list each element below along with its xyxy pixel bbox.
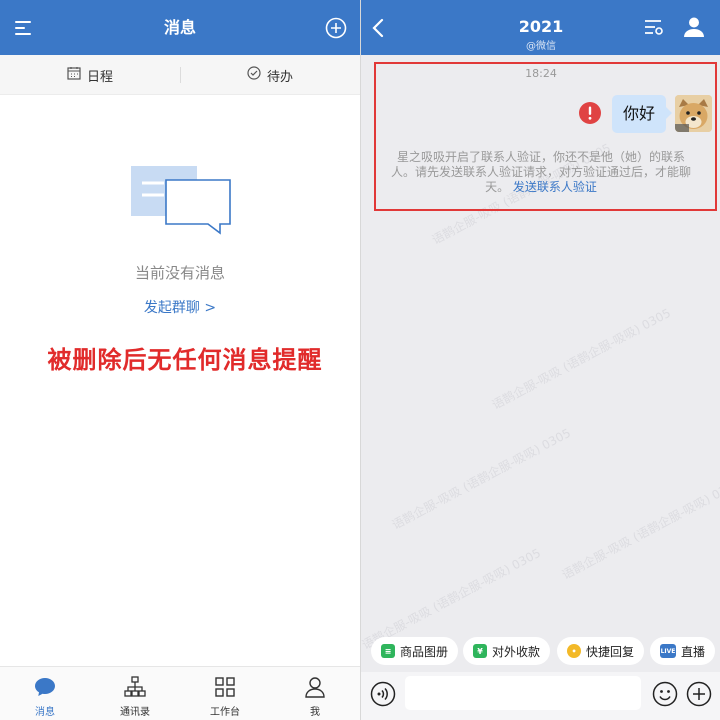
quick-action-quick-reply[interactable]: • 快捷回复 — [557, 637, 645, 665]
quick-action-label: 商品图册 — [400, 644, 449, 659]
empty-state-text: 当前没有消息 — [134, 264, 225, 282]
yen-icon: ¥ — [473, 644, 487, 658]
error-exclamation-icon[interactable] — [579, 102, 601, 124]
watermark: 语鹊企服-吸吸 (语鹊企服-吸吸) 0305 — [389, 425, 574, 533]
quick-action-bar: ≡ 商品图册 ¥ 对外收款 • 快捷回复 LIVE 直播 — [361, 637, 720, 667]
person-icon — [303, 675, 327, 699]
emoji-icon[interactable] — [651, 680, 679, 708]
tab-messages-label: 消息 — [35, 707, 55, 718]
tab-schedule-label: 日程 — [86, 69, 113, 85]
org-chart-icon — [123, 675, 147, 699]
chat-settings-icon[interactable] — [643, 16, 665, 38]
quick-action-catalog[interactable]: ≡ 商品图册 — [371, 637, 459, 665]
messages-pane: 消息 日程 待办 当前没有消息 发起群聊 > 被删除后无任何消息提醒 消息 通讯… — [0, 0, 360, 720]
tab-schedule[interactable]: 日程 — [0, 55, 180, 95]
start-group-chat-link[interactable]: 发起群聊 > — [0, 297, 360, 317]
check-circle-icon — [247, 66, 261, 84]
catalog-icon: ≡ — [381, 644, 395, 658]
live-icon: LIVE — [660, 644, 676, 658]
back-arrow-icon[interactable] — [365, 14, 391, 42]
quick-action-label: 快捷回复 — [586, 644, 635, 659]
tab-todo-label: 待办 — [266, 69, 293, 85]
chat-title: 2021 — [518, 17, 564, 36]
tab-workbench-label: 工作台 — [210, 707, 240, 718]
voice-icon[interactable] — [369, 680, 397, 708]
quick-action-payment[interactable]: ¥ 对外收款 — [463, 637, 551, 665]
send-verification-link[interactable]: 发送联系人验证 — [513, 180, 597, 194]
menu-icon[interactable] — [10, 15, 40, 41]
chat-pane: 2021 @微信 语鹊企服-吸吸 (语鹊企服-吸吸) 0305 语鹊企服-吸吸 … — [360, 0, 720, 720]
tab-me-label: 我 — [310, 707, 320, 718]
annotation-caption: 被删除后无任何消息提醒 — [47, 346, 323, 374]
empty-chat-illustration-icon — [128, 163, 232, 235]
plus-circle-icon[interactable] — [322, 14, 350, 42]
tab-me[interactable]: 我 — [270, 667, 360, 720]
messages-header: 消息 — [0, 0, 360, 55]
quick-action-live[interactable]: LIVE 直播 — [650, 637, 716, 665]
sub-tabs: 日程 待办 — [0, 55, 360, 95]
tab-contacts-label: 通讯录 — [120, 707, 150, 718]
watermark: 语鹊企服-吸吸 (语鹊企服-吸吸) 0305 — [559, 475, 720, 583]
person-icon[interactable] — [682, 15, 706, 39]
quick-action-label: 对外收款 — [492, 644, 541, 659]
contact-verification-notice: 星之吸吸开启了联系人验证，你还不是他（她）的联系人。请先发送联系人验证请求，对方… — [386, 150, 696, 195]
page-title: 消息 — [163, 18, 196, 37]
calendar-icon — [67, 66, 81, 84]
quick-action-label: 直播 — [681, 644, 706, 659]
bottom-tab-bar: 消息 通讯录 工作台 我 — [0, 666, 360, 720]
tab-todo[interactable]: 待办 — [180, 55, 360, 95]
chat-subtitle: @微信 — [526, 41, 556, 52]
avatar[interactable] — [675, 95, 712, 132]
quick-reply-icon: • — [567, 644, 581, 658]
message-bubble[interactable]: 你好 — [612, 95, 666, 133]
message-input-bar — [361, 672, 720, 720]
chat-bubble-icon — [33, 675, 57, 699]
plus-circle-icon[interactable] — [685, 680, 713, 708]
watermark: 语鹊企服-吸吸 (语鹊企服-吸吸) 0305 — [489, 305, 674, 413]
tab-messages[interactable]: 消息 — [0, 667, 90, 720]
chat-header: 2021 @微信 — [361, 0, 720, 55]
grid-icon — [213, 675, 237, 699]
message-input[interactable] — [405, 676, 641, 710]
bubble-tail — [666, 107, 672, 119]
tab-workbench[interactable]: 工作台 — [180, 667, 270, 720]
tab-contacts[interactable]: 通讯录 — [90, 667, 180, 720]
